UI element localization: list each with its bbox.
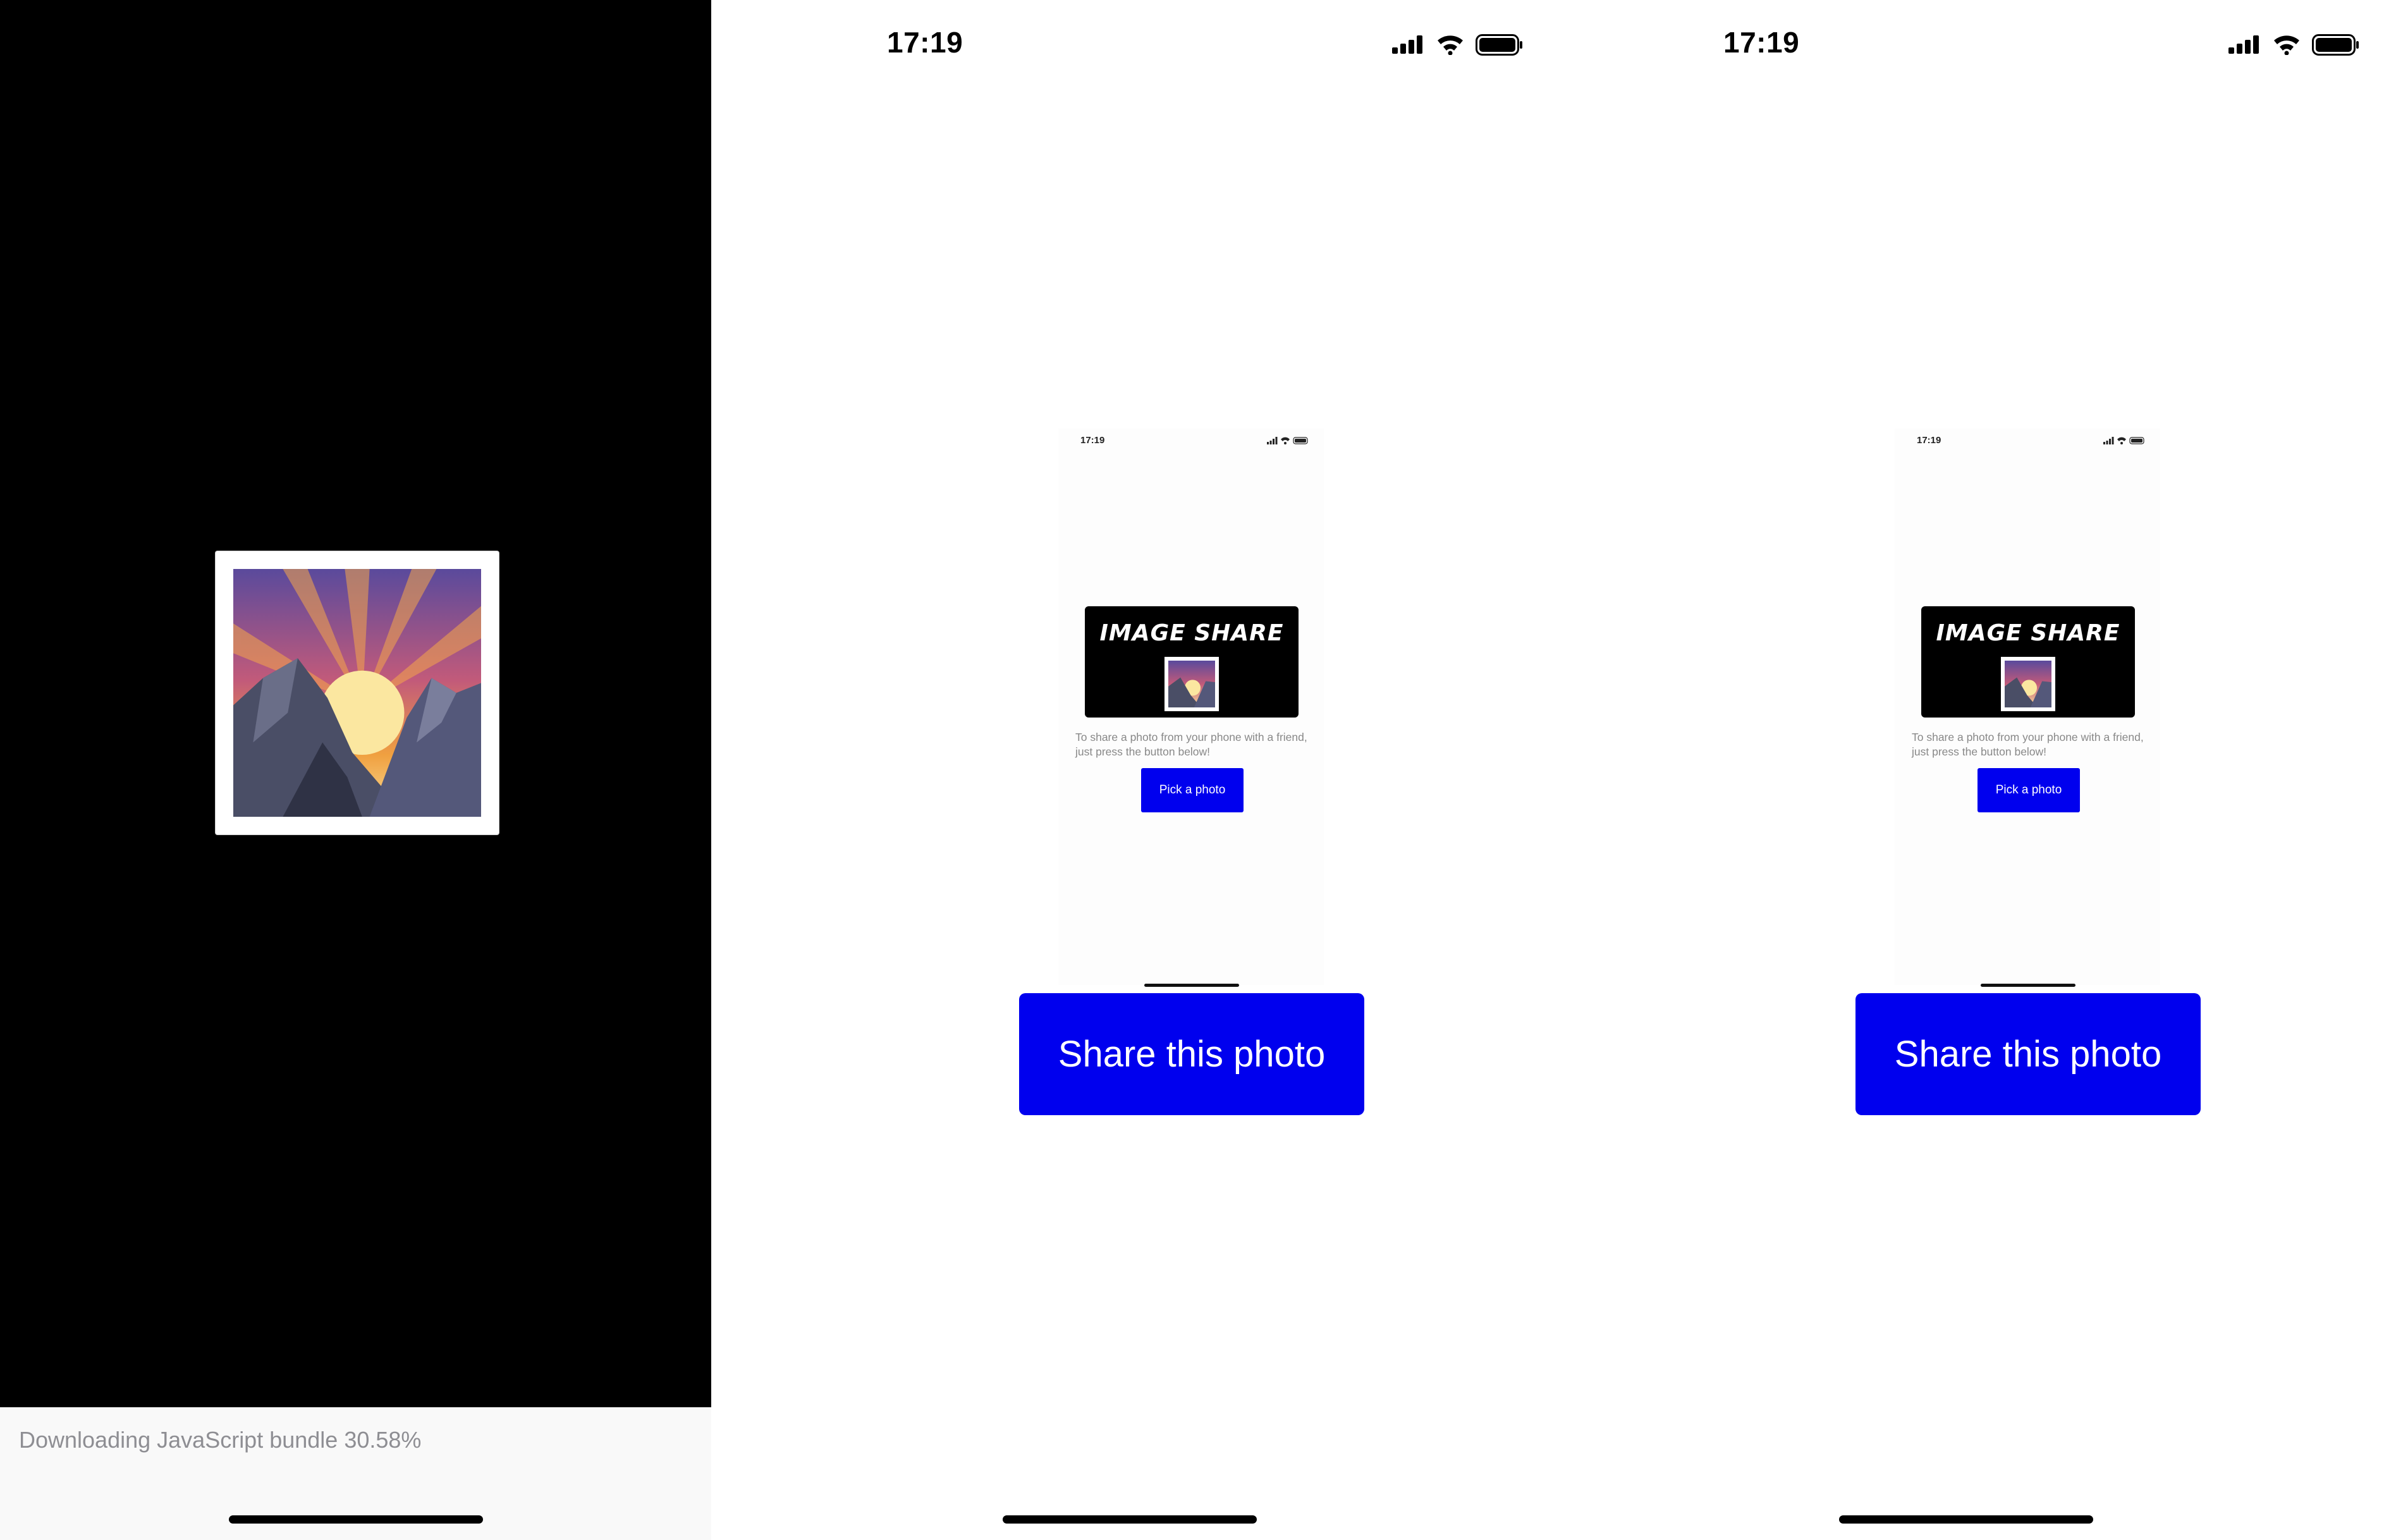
preview-instructions: To share a photo from your phone with a … (1912, 731, 2144, 758)
preview-pick-photo-button: Pick a photo (1977, 768, 2080, 812)
preview-pick-photo-button: Pick a photo (1141, 768, 1244, 812)
battery-icon (2312, 34, 2359, 56)
app-logo: IMAGE SHARE (1085, 606, 1299, 718)
loading-status-text: Downloading JavaScript bundle 30.58% (19, 1427, 422, 1453)
cellular-signal-icon (1392, 35, 1422, 54)
share-photo-button[interactable]: Share this photo (1855, 993, 2201, 1115)
app-preview-screenshot: 17:19 IMAGE SHARE To share a photo from … (1058, 429, 1324, 987)
battery-icon (1476, 34, 1522, 56)
preview-status-icons (1267, 437, 1308, 444)
logo-photo-icon (1164, 657, 1219, 711)
status-time: 17:19 (887, 26, 963, 59)
share-photo-button[interactable]: Share this photo (1019, 993, 1364, 1115)
splash-screen: Downloading JavaScript bundle 30.58% (0, 0, 711, 1540)
home-indicator[interactable] (1002, 1515, 1257, 1524)
wifi-icon (2274, 35, 2299, 55)
preview-instructions: To share a photo from your phone with a … (1075, 731, 1307, 758)
preview-status-time: 17:19 (1917, 435, 1941, 446)
status-icons (2228, 32, 2361, 57)
preview-status-icons (2103, 437, 2144, 444)
wifi-icon (1438, 35, 1463, 55)
app-screen: 17:19 17:19 IMAGE SHARE To share a photo… (1548, 0, 2384, 1540)
logo-photo-icon (2001, 657, 2055, 711)
app-logo-title: IMAGE SHARE (1936, 620, 2120, 646)
status-icons (1392, 32, 1525, 57)
preview-home-indicator (1144, 984, 1239, 987)
cellular-signal-icon (2228, 35, 2259, 54)
preview-home-indicator (1981, 984, 2075, 987)
app-logo: IMAGE SHARE (1921, 606, 2135, 718)
app-preview-screenshot: 17:19 IMAGE SHARE To share a photo from … (1895, 429, 2160, 987)
status-time: 17:19 (1723, 26, 1800, 59)
preview-status-time: 17:19 (1080, 435, 1105, 446)
home-indicator[interactable] (228, 1515, 483, 1524)
home-indicator[interactable] (1838, 1515, 2093, 1524)
app-screen: 17:19 17:19 IMAGE SHARE To share a photo… (711, 0, 1548, 1540)
sunrise-over-mountains-icon (216, 551, 499, 834)
app-logo-title: IMAGE SHARE (1099, 620, 1284, 646)
